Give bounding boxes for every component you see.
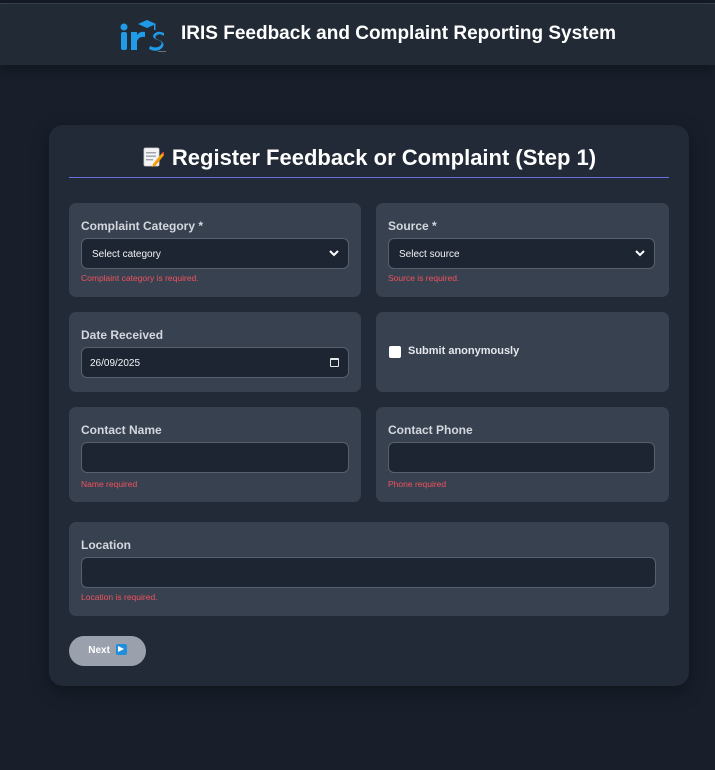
location-input[interactable] <box>81 557 656 588</box>
date-panel: Date Received 26/09/2025 <box>69 312 361 392</box>
contact-name-input[interactable] <box>81 442 349 473</box>
contact-name-error: Name required <box>81 479 138 489</box>
category-panel: Complaint Category * Select category Com… <box>69 203 361 297</box>
location-label: Location <box>81 538 131 552</box>
date-received-input[interactable]: 26/09/2025 <box>81 347 349 378</box>
source-select-value: Select source <box>399 249 460 260</box>
arrow-right-icon <box>115 644 127 655</box>
anonymous-label[interactable]: Submit anonymously <box>408 345 519 357</box>
app-header: IRIS Feedback and Complaint Reporting Sy… <box>0 4 715 65</box>
source-error: Source is required. <box>388 273 460 283</box>
memo-icon <box>143 147 164 167</box>
contact-phone-label: Contact Phone <box>388 423 473 437</box>
anonymous-panel: Submit anonymously <box>376 312 669 392</box>
iris-logo <box>120 20 166 52</box>
contact-phone-error: Phone required <box>388 479 447 489</box>
contact-phone-input[interactable] <box>388 442 655 473</box>
chevron-down-icon <box>329 250 339 257</box>
source-select[interactable]: Select source <box>388 238 655 269</box>
location-panel: Location Location is required. <box>69 522 669 616</box>
source-label: Source * <box>388 219 437 233</box>
date-label: Date Received <box>81 328 164 342</box>
next-button[interactable]: Next <box>69 636 146 666</box>
complaint-form-card: Register Feedback or Complaint (Step 1) … <box>49 125 689 686</box>
contact-name-panel: Contact Name Name required <box>69 407 361 502</box>
form-title: Register Feedback or Complaint (Step 1) <box>69 145 669 178</box>
category-label: Complaint Category * <box>81 219 204 233</box>
app-title: IRIS Feedback and Complaint Reporting Sy… <box>181 23 616 44</box>
next-button-label: Next <box>88 645 110 656</box>
source-panel: Source * Select source Source is require… <box>376 203 669 297</box>
contact-phone-panel: Contact Phone Phone required <box>376 407 669 502</box>
location-error: Location is required. <box>81 592 158 602</box>
date-value: 26/09/2025 <box>90 358 141 369</box>
category-select-value: Select category <box>92 249 161 260</box>
contact-name-label: Contact Name <box>81 423 162 437</box>
anonymous-checkbox[interactable] <box>389 346 401 358</box>
calendar-icon[interactable] <box>330 358 339 367</box>
category-select[interactable]: Select category <box>81 238 349 269</box>
category-error: Complaint category is required. <box>81 273 199 283</box>
chevron-down-icon <box>635 250 645 257</box>
form-title-text: Register Feedback or Complaint (Step 1) <box>171 145 597 170</box>
